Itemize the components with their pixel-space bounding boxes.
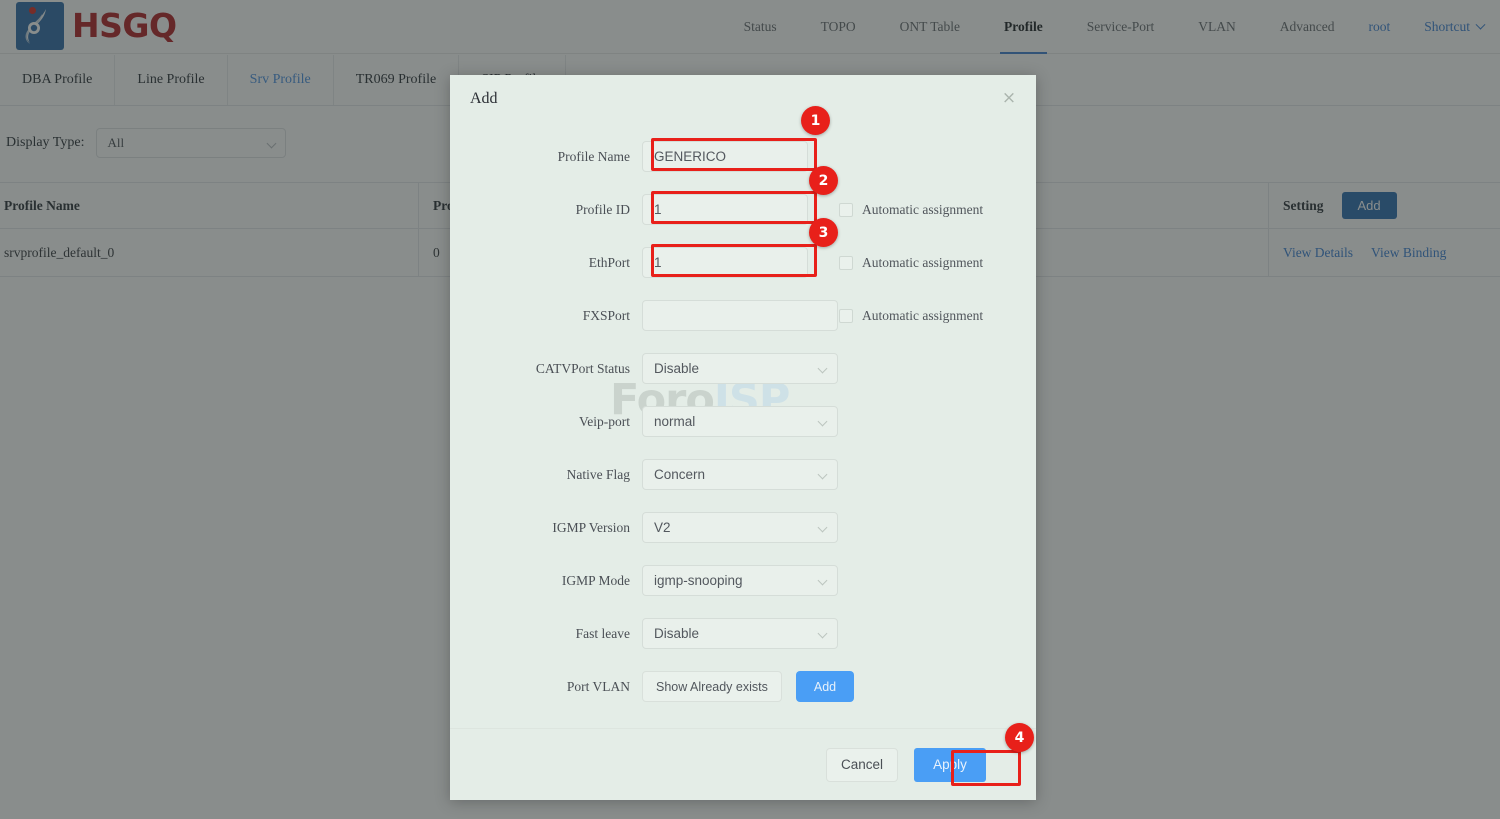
dialog-body: Profile Name GENERICO Profile ID 1 Autom… (450, 122, 1036, 713)
field-fxsport: FXSPort Automatic assignment (450, 289, 1036, 342)
field-native-flag: Native Flag Concern (450, 448, 1036, 501)
field-veip-port: Veip-port normal (450, 395, 1036, 448)
igmp-version-select[interactable]: V2 (642, 512, 838, 543)
fxsport-auto-assign[interactable]: Automatic assignment (839, 308, 983, 324)
label-fast-leave: Fast leave (575, 625, 630, 641)
chevron-down-icon (817, 469, 828, 480)
profile-id-auto-assign[interactable]: Automatic assignment (839, 202, 983, 218)
cancel-button[interactable]: Cancel (826, 747, 898, 782)
profile-name-value: GENERICO (654, 149, 727, 164)
label-catvport-status: CATVPort Status (535, 360, 630, 376)
native-flag-value: Concern (654, 467, 706, 482)
label-ethport: EthPort (588, 254, 630, 270)
add-srv-profile-dialog: ForoISP Add × Profile Name GENERICO Prof… (450, 75, 1036, 800)
fast-leave-select[interactable]: Disable (642, 618, 838, 649)
label-native-flag: Native Flag (566, 466, 630, 482)
field-catvport-status: CATVPort Status Disable (450, 342, 1036, 395)
ethport-auto-assign[interactable]: Automatic assignment (839, 255, 983, 271)
label-igmp-mode: IGMP Mode (561, 572, 630, 588)
catvport-status-select[interactable]: Disable (642, 353, 838, 384)
chevron-down-icon (817, 522, 828, 533)
veip-port-select[interactable]: normal (642, 406, 838, 437)
port-vlan-add-button[interactable]: Add (795, 671, 855, 702)
igmp-version-value: V2 (654, 520, 671, 535)
label-profile-name: Profile Name (557, 148, 630, 164)
chevron-down-icon (817, 363, 828, 374)
dialog-title: Add (470, 89, 498, 107)
checkbox-icon[interactable] (839, 255, 853, 270)
fast-leave-value: Disable (654, 626, 700, 641)
checkbox-icon[interactable] (839, 202, 853, 217)
field-fast-leave: Fast leave Disable (450, 607, 1036, 660)
profile-id-value: 1 (654, 202, 662, 217)
field-igmp-mode: IGMP Mode igmp-snooping (450, 554, 1036, 607)
label-igmp-version: IGMP Version (552, 519, 630, 535)
profile-id-input[interactable]: 1 (642, 194, 808, 225)
dialog-footer: Cancel Apply (450, 728, 1036, 800)
ethport-input[interactable]: 1 (642, 247, 808, 278)
chevron-down-icon (817, 416, 828, 427)
profile-name-input[interactable]: GENERICO (642, 141, 808, 172)
fxsport-input[interactable] (642, 300, 838, 331)
field-ethport: EthPort 1 Automatic assignment (450, 236, 1036, 289)
veip-port-value: normal (654, 414, 696, 429)
igmp-mode-value: igmp-snooping (654, 573, 743, 588)
label-veip-port: Veip-port (579, 413, 630, 429)
ethport-value: 1 (654, 255, 662, 270)
label-profile-id: Profile ID (575, 201, 630, 217)
field-igmp-version: IGMP Version V2 (450, 501, 1036, 554)
field-profile-name: Profile Name GENERICO (450, 130, 1036, 183)
checkbox-icon[interactable] (839, 308, 853, 323)
profile-id-auto-assign-label: Automatic assignment (862, 201, 984, 217)
field-port-vlan: Port VLAN Show Already exists Add (450, 660, 1036, 713)
chevron-down-icon (817, 628, 828, 639)
show-already-exists-button[interactable]: Show Already exists (642, 671, 782, 702)
label-fxsport: FXSPort (582, 307, 630, 323)
fxsport-auto-assign-label: Automatic assignment (862, 307, 984, 323)
chevron-down-icon (817, 575, 828, 586)
apply-button[interactable]: Apply (914, 747, 986, 782)
close-icon[interactable]: × (998, 87, 1020, 109)
igmp-mode-select[interactable]: igmp-snooping (642, 565, 838, 596)
ethport-auto-assign-label: Automatic assignment (862, 254, 984, 270)
catvport-status-value: Disable (654, 361, 700, 376)
native-flag-select[interactable]: Concern (642, 459, 838, 490)
dialog-header: Add × (450, 75, 1036, 122)
label-port-vlan: Port VLAN (566, 678, 630, 694)
field-profile-id: Profile ID 1 Automatic assignment (450, 183, 1036, 236)
